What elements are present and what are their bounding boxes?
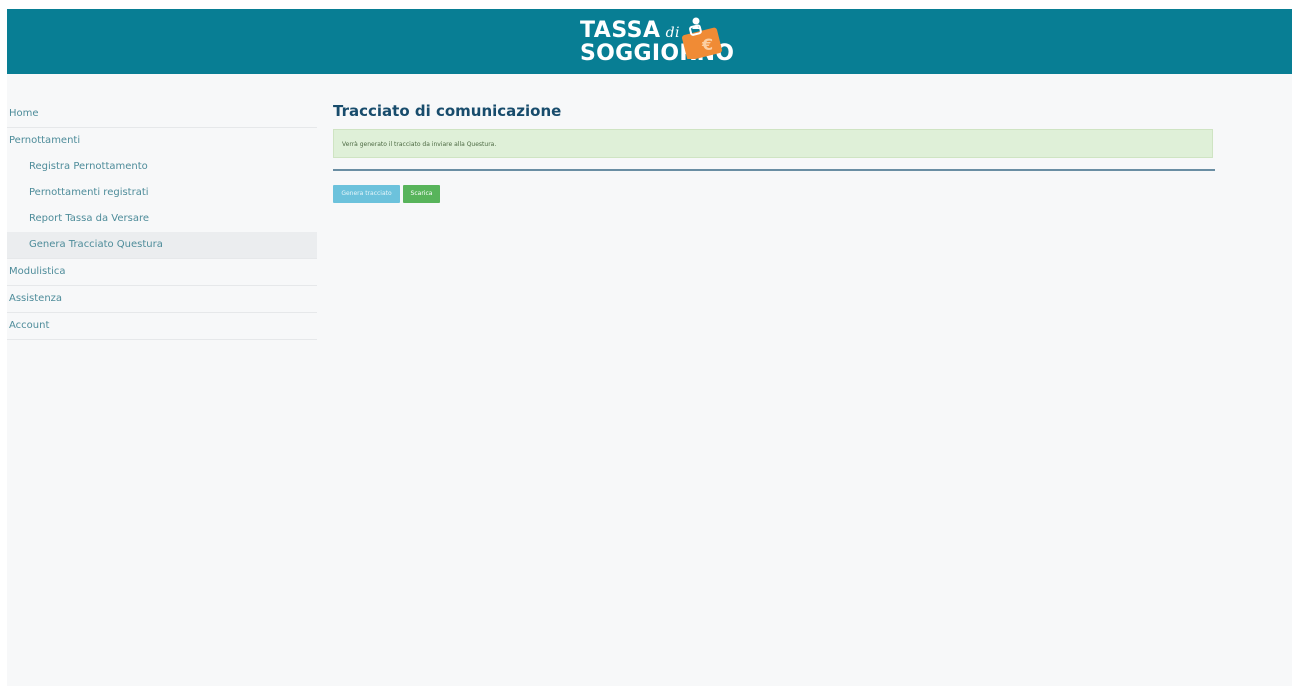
app-logo[interactable]: TASSA di SOGGIORNO € <box>580 11 734 73</box>
sidebar-item-home[interactable]: Home <box>7 101 317 128</box>
euro-symbol: € <box>701 35 713 54</box>
sidebar-subitem-pernottamenti-registrati[interactable]: Pernottamenti registrati <box>7 180 317 206</box>
logo-di: di <box>665 25 681 41</box>
download-button[interactable]: Scarica <box>403 185 440 203</box>
sidebar-nav: Home Pernottamenti Registra Pernottament… <box>7 101 317 340</box>
info-alert: Verrà generato il tracciato da inviare a… <box>333 129 1213 158</box>
section-divider <box>333 169 1215 171</box>
sidebar-item-assistenza[interactable]: Assistenza <box>7 286 317 313</box>
generate-tracciato-button[interactable]: Genera tracciato <box>333 185 400 203</box>
suitcase-euro-icon: € <box>682 17 722 59</box>
sidebar-subitem-report-tassa[interactable]: Report Tassa da Versare <box>7 206 317 232</box>
sidebar-subitem-genera-tracciato[interactable]: Genera Tracciato Questura <box>7 232 317 259</box>
main-content: Tracciato di comunicazione Verrà generat… <box>333 101 1215 203</box>
page-title: Tracciato di comunicazione <box>333 102 562 120</box>
logo-tassa: TASSA <box>580 18 661 43</box>
page: TASSA di SOGGIORNO € Home Pernottamenti R… <box>7 9 1292 686</box>
sidebar-item-account[interactable]: Account <box>7 313 317 340</box>
header-bar: TASSA di SOGGIORNO € <box>7 9 1292 74</box>
sidebar-subitem-registra-pernottamento[interactable]: Registra Pernottamento <box>7 154 317 180</box>
sidebar-item-modulistica[interactable]: Modulistica <box>7 259 317 286</box>
sidebar-item-pernottamenti[interactable]: Pernottamenti <box>7 128 317 154</box>
